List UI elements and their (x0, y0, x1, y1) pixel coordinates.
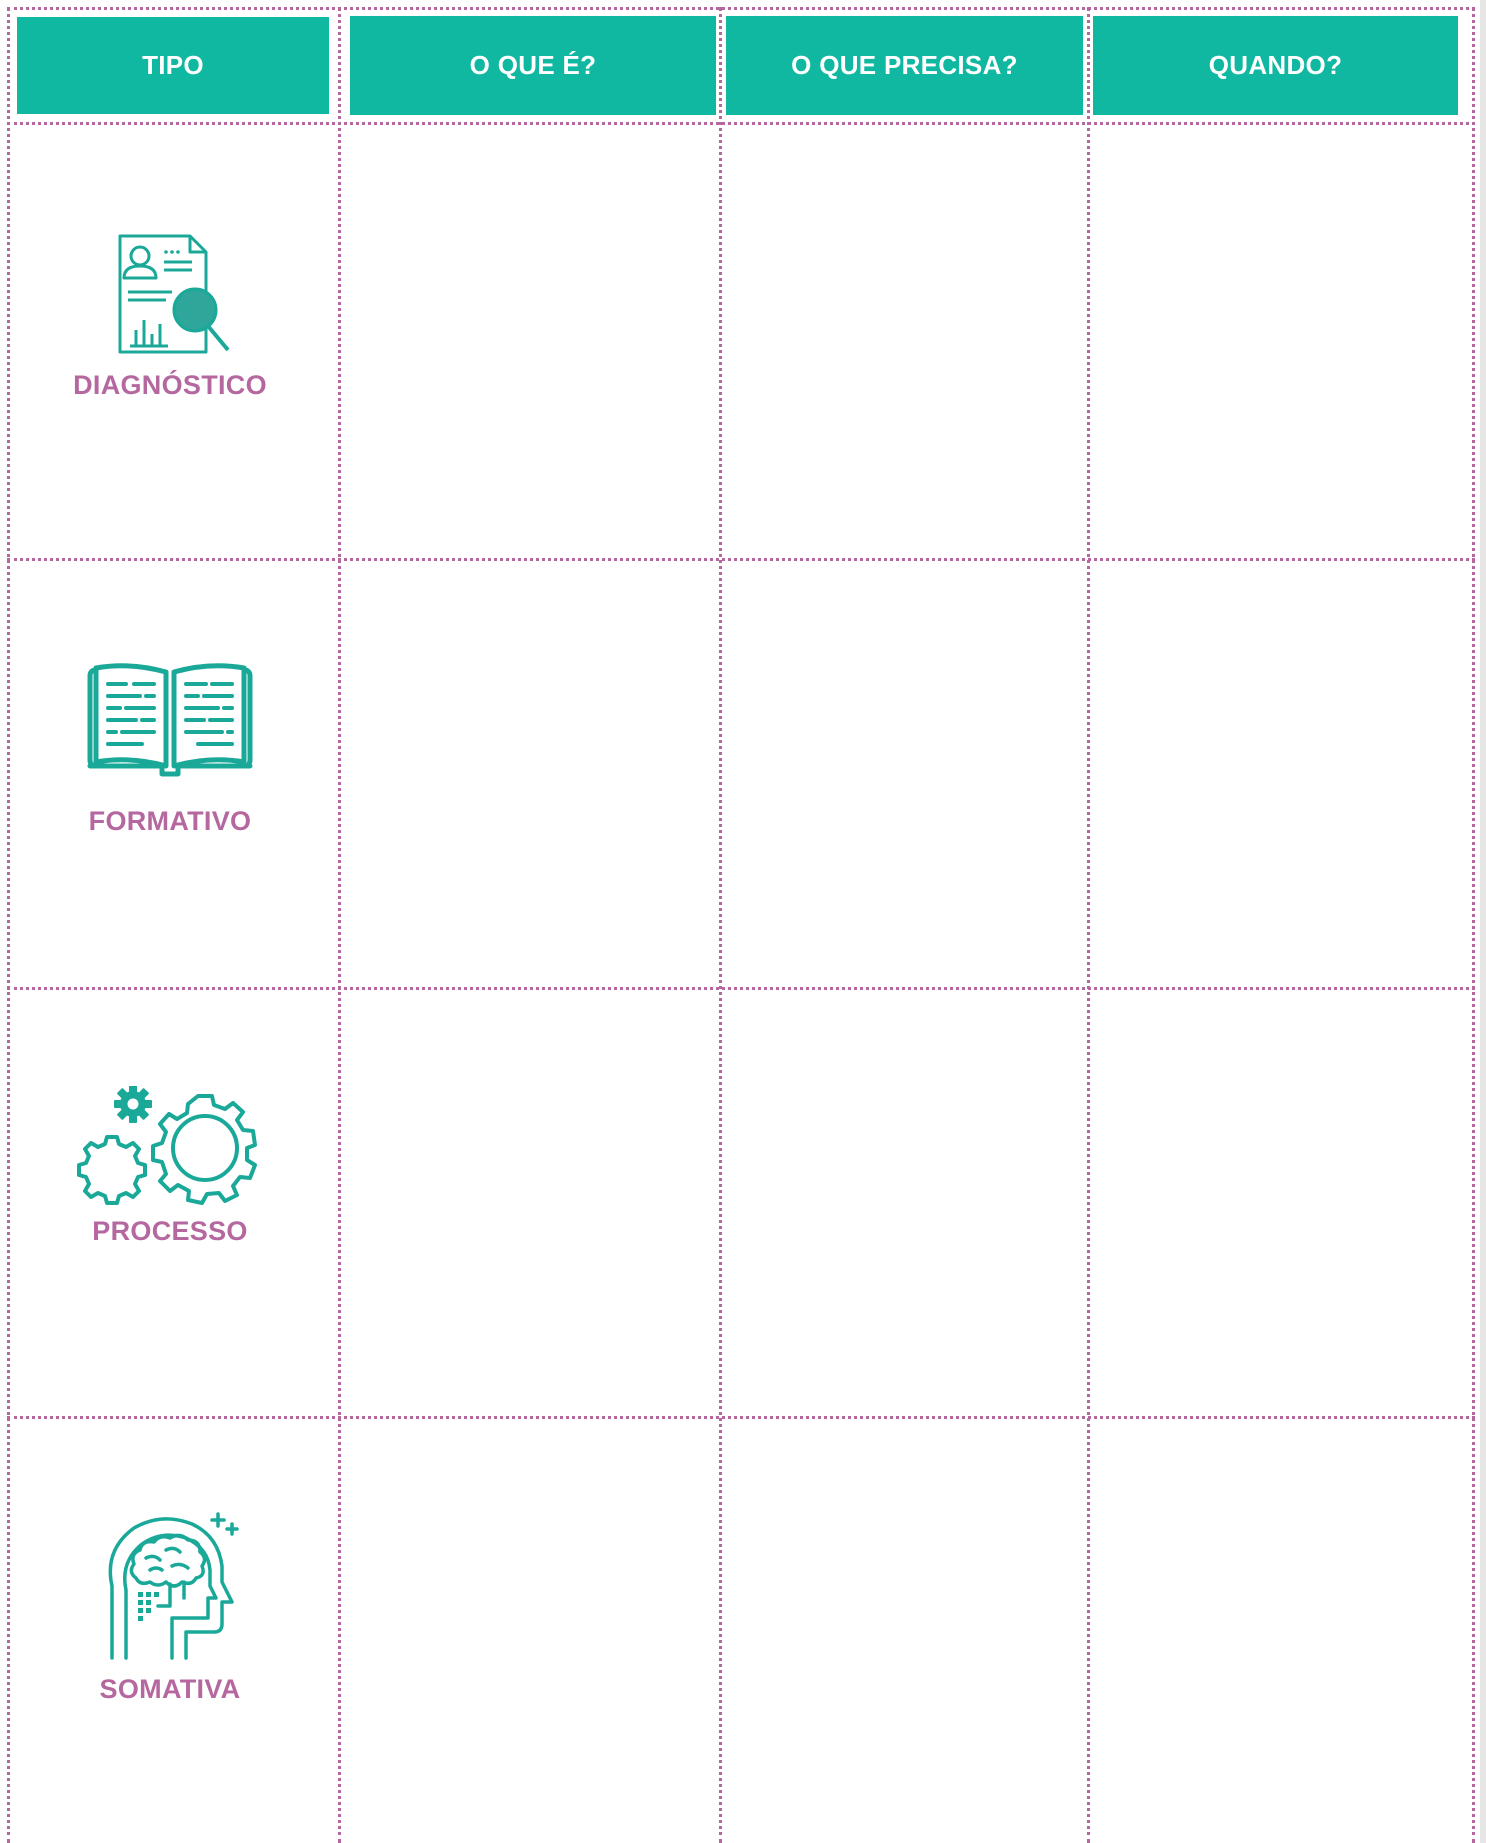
grid-line-row-1 (7, 558, 1475, 561)
grid-line-col-2 (719, 7, 722, 1843)
grid-line-row-2 (7, 987, 1475, 990)
row-somativa: SOMATIVA (10, 1506, 330, 1705)
type-label-processo: PROCESSO (92, 1216, 248, 1246)
grid-line-col-1 (338, 7, 341, 1843)
header-when: QUANDO? (1093, 16, 1458, 115)
type-label-formativo: FORMATIVO (88, 806, 252, 836)
grid-line-header-bottom (7, 122, 1475, 125)
header-type: TIPO (17, 17, 329, 114)
header-what-is: O QUE É? (350, 16, 716, 115)
row-diagnostico: DIAGNÓSTICO (10, 234, 330, 401)
grid-line-row-3 (7, 1416, 1475, 1419)
evaluation-types-table: TIPO O QUE É? O QUE PRECISA? QUANDO? DIA… (0, 0, 1480, 1843)
document-search-icon (108, 234, 232, 356)
type-label-diagnostico: DIAGNÓSTICO (73, 370, 267, 400)
row-processo: PROCESSO (10, 1086, 330, 1247)
gears-icon (77, 1086, 263, 1206)
grid-line-col-3 (1087, 7, 1090, 1843)
type-label-somativa: SOMATIVA (99, 1674, 241, 1704)
row-formativo: FORMATIVO (10, 662, 330, 837)
grid-line-top (7, 7, 1475, 10)
brain-head-icon (100, 1506, 240, 1660)
header-what-needs: O QUE PRECISA? (726, 16, 1083, 115)
open-book-icon (86, 662, 254, 778)
grid-line-right (1472, 7, 1475, 1843)
